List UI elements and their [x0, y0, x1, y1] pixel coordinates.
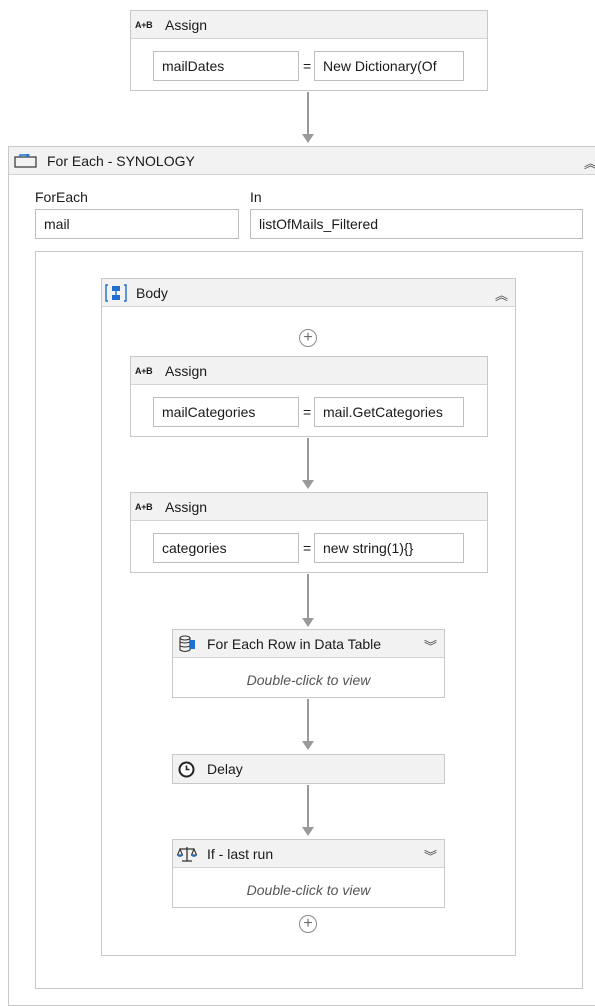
assign-value-field[interactable]: mail.GetCategories — [314, 397, 464, 427]
connector-line — [307, 785, 309, 827]
add-activity-icon[interactable]: + — [299, 915, 317, 933]
assign-title: Assign — [165, 362, 208, 379]
foreach-row-header: For Each Row in Data Table ︾ — [173, 630, 444, 658]
delay-activity[interactable]: Delay — [172, 754, 445, 784]
assign-to-field[interactable]: mailDates — [153, 51, 299, 81]
connector-arrowhead — [302, 480, 314, 489]
if-title: If - last run — [207, 845, 274, 862]
foreach-in-field[interactable]: listOfMails_Filtered — [250, 209, 583, 239]
double-click-hint: Double-click to view — [246, 882, 371, 898]
equals-sign: = — [303, 404, 312, 420]
collapse-icon[interactable]: ︽ — [495, 285, 508, 304]
foreach-title: For Each - SYNOLOGY — [47, 152, 195, 169]
clock-icon — [178, 761, 195, 778]
connector-arrowhead — [302, 741, 314, 750]
connector-arrowhead — [302, 134, 314, 143]
sequence-icon — [105, 284, 127, 302]
in-label: In — [250, 189, 262, 205]
assign-header: A+B Assign — [131, 11, 487, 39]
connector-line — [307, 438, 309, 480]
delay-header: Delay — [173, 755, 444, 783]
assign-to-field[interactable]: categories — [153, 533, 299, 563]
foreach-icon — [14, 154, 37, 168]
expand-icon[interactable]: ︾ — [424, 846, 437, 865]
connector-line — [307, 92, 309, 134]
body-title: Body — [136, 284, 168, 301]
double-click-hint: Double-click to view — [246, 672, 371, 688]
connector-arrowhead — [302, 618, 314, 627]
assign-icon: A+B — [135, 19, 153, 30]
connector-line — [307, 574, 309, 618]
delay-title: Delay — [207, 761, 243, 777]
assign-icon: A+B — [135, 365, 153, 376]
assign-title: Assign — [165, 16, 208, 33]
assign-activity-top[interactable]: A+B Assign mailDates = New Dictionary(Of — [130, 10, 488, 91]
foreach-header: For Each - SYNOLOGY ︽ — [9, 147, 595, 175]
body-header: Body ︽ — [102, 279, 515, 307]
assign-to-field[interactable]: mailCategories — [153, 397, 299, 427]
expand-icon[interactable]: ︾ — [424, 636, 437, 655]
if-header: If - last run ︾ — [173, 840, 444, 868]
datatable-icon — [179, 635, 195, 653]
foreach-row-title: For Each Row in Data Table — [207, 635, 382, 652]
foreach-row-activity[interactable]: For Each Row in Data Table ︾ Double-clic… — [172, 629, 445, 698]
assign-activity-categories[interactable]: A+B Assign mailCategories = mail.GetCate… — [130, 356, 488, 437]
scales-icon — [177, 847, 197, 862]
add-activity-icon[interactable]: + — [299, 329, 317, 347]
assign-value-field[interactable]: new string(1){} — [314, 533, 464, 563]
equals-sign: = — [303, 58, 312, 74]
assign-activity-new[interactable]: A+B Assign categories = new string(1){} — [130, 492, 488, 573]
assign-icon: A+B — [135, 501, 153, 512]
assign-header: A+B Assign — [131, 357, 487, 385]
foreach-label: ForEach — [35, 189, 88, 205]
if-activity[interactable]: If - last run ︾ Double-click to view — [172, 839, 445, 908]
assign-value-field[interactable]: New Dictionary(Of — [314, 51, 464, 81]
equals-sign: = — [303, 540, 312, 556]
collapse-icon[interactable]: ︽ — [584, 153, 595, 172]
connector-arrowhead — [302, 827, 314, 836]
connector-line — [307, 699, 309, 741]
assign-title: Assign — [165, 498, 208, 515]
assign-header: A+B Assign — [131, 493, 487, 521]
foreach-variable-field[interactable]: mail — [35, 209, 239, 239]
